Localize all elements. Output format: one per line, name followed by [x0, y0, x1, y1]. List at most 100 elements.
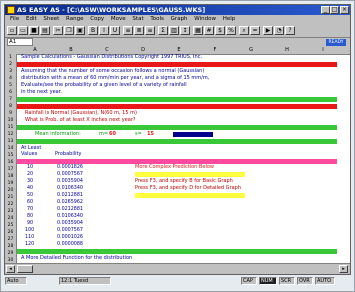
table-value[interactable]: 120 [25, 241, 34, 248]
row-header[interactable]: 19 [5, 180, 17, 187]
paste-icon[interactable]: ▣ [75, 26, 85, 35]
row-header[interactable]: 13 [5, 138, 17, 145]
graph-view-icon[interactable]: ◔ [274, 26, 284, 35]
row-header[interactable]: 18 [5, 173, 17, 180]
row-header[interactable]: 14 [5, 145, 17, 152]
row-header[interactable]: 9 [5, 110, 17, 117]
row-header[interactable]: 10 [5, 117, 17, 124]
row-header[interactable]: 26 [5, 229, 17, 236]
row-header[interactable]: 16 [5, 159, 17, 166]
column-header[interactable]: G [233, 47, 269, 54]
table-probability[interactable]: 0.0212881 [57, 192, 83, 199]
sort-icon[interactable]: ↕ [180, 26, 190, 35]
sigma-value-cell[interactable]: 15 [147, 131, 154, 138]
column-header[interactable]: A [17, 47, 53, 54]
fill-color-icon[interactable]: ▦ [193, 26, 203, 35]
scroll-thumb[interactable] [17, 265, 33, 273]
row-header[interactable]: 1 [5, 54, 17, 61]
menu-window[interactable]: Window [194, 15, 216, 24]
row-header[interactable]: 6 [5, 89, 17, 96]
table-probability[interactable]: 0.0007567 [57, 227, 83, 234]
underline-icon[interactable]: U [110, 26, 120, 35]
row-header[interactable]: 23 [5, 208, 17, 215]
table-probability[interactable]: 0.0106340 [57, 213, 83, 220]
row-header[interactable]: 24 [5, 215, 17, 222]
align-right-icon[interactable]: ≡ [145, 26, 155, 35]
scroll-right-arrow-icon[interactable]: ▸ [339, 265, 348, 273]
app-icon[interactable] [7, 6, 15, 14]
table-value[interactable]: 70 [27, 206, 33, 213]
row-header[interactable]: 29 [5, 250, 17, 257]
cut-icon[interactable]: ✂ [53, 26, 63, 35]
menu-range[interactable]: Range [66, 15, 83, 24]
mu-value-cell[interactable]: 60 [109, 131, 116, 138]
row-header[interactable]: 8 [5, 103, 17, 110]
cell-reference[interactable]: A1 [7, 38, 33, 46]
menu-tools[interactable]: Tools [150, 15, 164, 24]
menu-move[interactable]: Move [111, 15, 126, 24]
scroll-left-arrow-icon[interactable]: ◂ [6, 265, 15, 273]
menu-stat[interactable]: Stat [132, 15, 143, 24]
table-value[interactable]: 40 [27, 185, 33, 192]
row-header[interactable]: 25 [5, 222, 17, 229]
table-probability[interactable]: 0.0001026 [57, 234, 83, 241]
table-probability[interactable]: 0.0007567 [57, 171, 83, 178]
table-value[interactable]: 10 [27, 164, 33, 171]
new-file-icon[interactable]: ▫ [7, 26, 17, 35]
row-header[interactable]: 12 [5, 131, 17, 138]
chart-icon[interactable]: ▥ [169, 26, 179, 35]
copy-icon[interactable]: ❐ [64, 26, 74, 35]
sheet-tab[interactable]: Auto [5, 277, 27, 285]
dollar-icon[interactable]: $ [215, 26, 225, 35]
italic-icon[interactable]: I [99, 26, 109, 35]
table-value[interactable]: 30 [27, 178, 33, 185]
menu-sheet[interactable]: Sheet [43, 15, 59, 24]
row-header[interactable]: 17 [5, 166, 17, 173]
column-header[interactable]: I [305, 47, 341, 54]
save-icon[interactable]: ■ [29, 26, 39, 35]
row-header[interactable]: 7 [5, 96, 17, 103]
row-header[interactable]: 5 [5, 82, 17, 89]
table-probability[interactable]: 0.0001826 [57, 164, 83, 171]
table-value[interactable]: 60 [27, 199, 33, 206]
zoom-icon[interactable]: ⌕ [239, 26, 249, 35]
column-header[interactable]: F [197, 47, 233, 54]
table-value[interactable]: 50 [27, 192, 33, 199]
row-header[interactable]: 27 [5, 236, 17, 243]
row-header[interactable]: 3 [5, 68, 17, 75]
bold-icon[interactable]: B [88, 26, 98, 35]
row-header[interactable]: 22 [5, 201, 17, 208]
maximize-button[interactable]: □ [330, 6, 339, 14]
print-icon[interactable]: ▤ [40, 26, 50, 35]
table-probability[interactable]: 0.0035904 [57, 178, 83, 185]
help-icon[interactable]: ? [285, 26, 295, 35]
menu-copy[interactable]: Copy [90, 15, 104, 24]
column-header[interactable]: C [89, 47, 125, 54]
row-header[interactable]: 21 [5, 194, 17, 201]
column-header[interactable]: D [125, 47, 161, 54]
table-value[interactable]: 110 [25, 234, 34, 241]
macro-icon[interactable]: ▶ [263, 26, 273, 35]
menu-file[interactable]: File [10, 15, 19, 24]
close-button[interactable]: × [340, 6, 349, 14]
menu-help[interactable]: Help [223, 15, 236, 24]
open-folder-icon[interactable]: ▭ [18, 26, 28, 35]
grid-icon[interactable]: # [204, 26, 214, 35]
table-value[interactable]: 20 [27, 171, 33, 178]
table-probability[interactable]: 0.0035904 [57, 220, 83, 227]
percent-icon[interactable]: % [226, 26, 236, 35]
row-header[interactable]: 28 [5, 243, 17, 250]
minimize-button[interactable]: _ [321, 6, 330, 14]
menu-edit[interactable]: Edit [26, 15, 37, 24]
row-header[interactable]: 15 [5, 152, 17, 159]
align-left-icon[interactable]: ≡ [123, 26, 133, 35]
column-header[interactable]: E [161, 47, 197, 54]
spreadsheet-grid[interactable]: A B C D E F G H I 1 2 3 4 5 6 7 8 9 10 1… [5, 47, 350, 263]
calc-icon[interactable]: = [250, 26, 260, 35]
table-value[interactable]: 80 [27, 213, 33, 220]
row-header[interactable]: 20 [5, 187, 17, 194]
row-header[interactable]: 2 [5, 61, 17, 68]
column-header[interactable]: H [269, 47, 305, 54]
row-header[interactable]: 4 [5, 75, 17, 82]
table-value[interactable]: 100 [25, 227, 34, 234]
